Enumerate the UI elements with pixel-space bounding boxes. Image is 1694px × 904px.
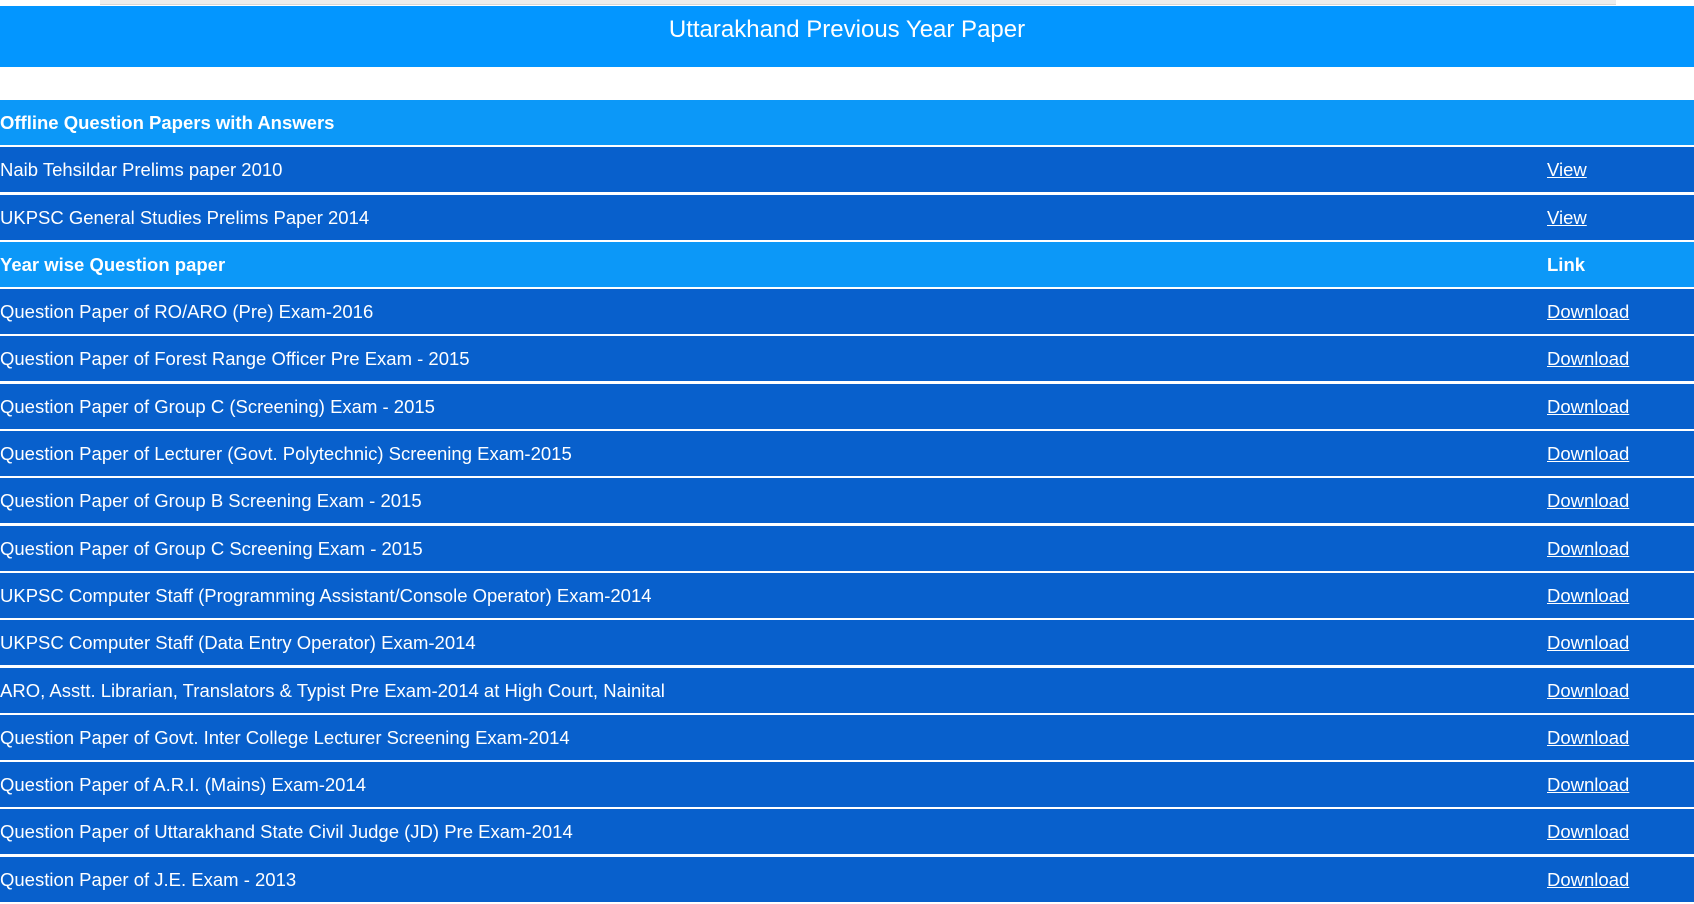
paper-title: ARO, Asstt. Librarian, Translators & Typ… — [0, 679, 665, 701]
table-row: UKPSC Computer Staff (Data Entry Operato… — [0, 620, 1694, 666]
download-link[interactable]: Download — [1547, 431, 1629, 476]
top-strip-inner — [100, 0, 1616, 5]
paper-title: Question Paper of Forest Range Officer P… — [0, 348, 470, 370]
paper-title: Question Paper of Group C Screening Exam… — [0, 537, 423, 559]
paper-title: Question Paper of Lecturer (Govt. Polyte… — [0, 443, 572, 465]
paper-title: Question Paper of J.E. Exam - 2013 — [0, 868, 297, 890]
paper-title: UKPSC Computer Staff (Programming Assist… — [0, 584, 652, 606]
paper-title: Question Paper of Govt. Inter College Le… — [0, 726, 570, 748]
paper-title: Question Paper of Group B Screening Exam… — [0, 490, 422, 512]
paper-title: UKPSC General Studies Prelims Paper 2014 — [0, 206, 370, 228]
download-link[interactable]: Download — [1547, 809, 1629, 854]
view-link[interactable]: View — [1547, 195, 1587, 240]
download-link[interactable]: Download — [1547, 573, 1629, 618]
download-link[interactable]: Download — [1547, 336, 1629, 381]
paper-title: Question Paper of RO/ARO (Pre) Exam-2016 — [0, 301, 374, 323]
table-row: ARO, Asstt. Librarian, Translators & Typ… — [0, 667, 1694, 713]
download-link[interactable]: Download — [1547, 526, 1629, 571]
paper-title: Naib Tehsildar Prelims paper 2010 — [0, 159, 283, 181]
table-row: Question Paper of Group C Screening Exam… — [0, 525, 1694, 571]
table-row: Question Paper of J.E. Exam - 2013 Downlo… — [0, 856, 1694, 902]
view-link[interactable]: View — [1547, 147, 1587, 192]
section-header-row: Year wise Question paper Link — [0, 241, 1694, 287]
download-link[interactable]: Download — [1547, 668, 1629, 713]
title-bar: Uttarakhand Previous Year Paper — [0, 6, 1694, 67]
table-row: UKPSC Computer Staff (Programming Assist… — [0, 572, 1694, 618]
page-title: Uttarakhand Previous Year Paper — [668, 16, 1026, 43]
table-row: Question Paper of A.R.I. (Mains) Exam-20… — [0, 762, 1694, 808]
download-link[interactable]: Download — [1547, 762, 1629, 807]
spacer — [0, 67, 1694, 100]
paper-title: Question Paper of Group C (Screening) Ex… — [0, 395, 435, 417]
papers-table: Offline Question Papers with Answers Naib… — [0, 100, 1694, 904]
table-row: UKPSC General Studies Prelims Paper 2014… — [0, 194, 1694, 240]
table-row: Naib Tehsildar Prelims paper 2010 View — [0, 147, 1694, 193]
table-row: Question Paper of Lecturer (Govt. Polyte… — [0, 431, 1694, 477]
paper-title: Question Paper of Uttarakhand State Civi… — [0, 821, 573, 843]
table-row: Question Paper of Uttarakhand State Civi… — [0, 809, 1694, 855]
table-row: Question Paper of Group B Screening Exam… — [0, 478, 1694, 524]
download-link[interactable]: Download — [1547, 289, 1629, 334]
section-header-label: Year wise Question paper — [0, 253, 226, 275]
section-header-label: Offline Question Papers with Answers — [0, 112, 335, 133]
paper-title: Question Paper of A.R.I. (Mains) Exam-20… — [0, 774, 367, 796]
download-link[interactable]: Download — [1547, 715, 1629, 760]
table-row: Question Paper of RO/ARO (Pre) Exam-2016… — [0, 289, 1694, 335]
section-header-row: Offline Question Papers with Answers — [0, 100, 1694, 145]
download-link[interactable]: Download — [1547, 384, 1629, 429]
table-row: Question Paper of Govt. Inter College Le… — [0, 714, 1694, 760]
download-link[interactable]: Download — [1547, 478, 1629, 523]
table-row: Question Paper of Forest Range Officer P… — [0, 336, 1694, 382]
download-link[interactable]: Download — [1547, 857, 1629, 902]
paper-title: UKPSC Computer Staff (Data Entry Operato… — [0, 632, 476, 654]
table-row: Question Paper of Group C (Screening) Ex… — [0, 383, 1694, 429]
link-column-header: Link — [1547, 253, 1586, 275]
download-link[interactable]: Download — [1547, 620, 1629, 665]
